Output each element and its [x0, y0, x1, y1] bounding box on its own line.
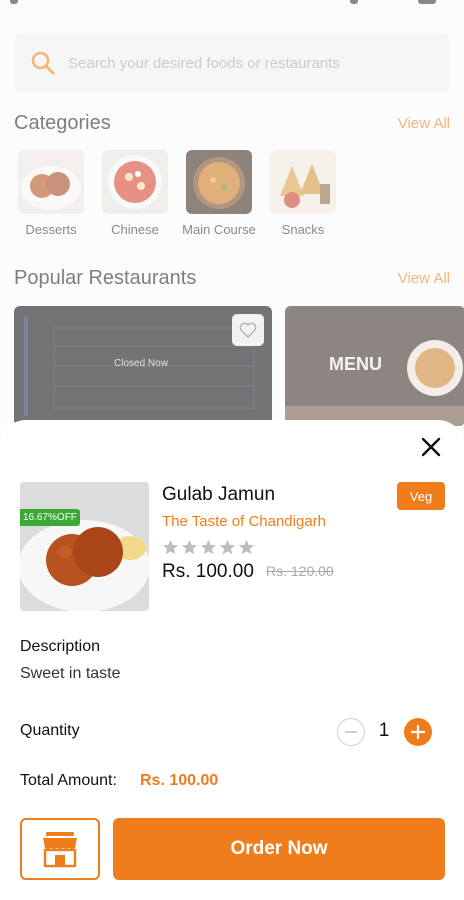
close-icon	[421, 437, 441, 457]
store-button[interactable]	[20, 818, 100, 880]
description-text: Sweet in taste	[20, 665, 121, 682]
total-amount-value: Rs. 100.00	[140, 772, 219, 789]
veg-badge: Veg	[397, 482, 445, 510]
quantity-decrease-button[interactable]	[337, 718, 365, 746]
quantity-increase-button[interactable]	[404, 718, 432, 746]
star-icon	[162, 539, 179, 555]
quantity-value: 1	[378, 720, 390, 741]
star-icon	[219, 539, 236, 555]
product-name: Gulab Jamun	[162, 484, 276, 505]
total-amount-label: Total Amount:	[20, 772, 117, 789]
store-icon	[43, 832, 77, 868]
minus-icon	[345, 731, 357, 733]
plus-icon	[411, 725, 425, 739]
description-heading: Description	[20, 638, 101, 655]
discount-badge: 16.67%OFF	[20, 509, 80, 526]
product-image: 16.67%OFF	[20, 482, 149, 611]
star-icon	[238, 539, 255, 555]
star-icon	[200, 539, 217, 555]
quantity-label: Quantity	[20, 722, 80, 739]
product-bottom-sheet: 16.67%OFF Gulab Jamun The Taste of Chand…	[0, 420, 464, 900]
restaurant-name-link[interactable]: The Taste of Chandigarh	[162, 513, 326, 530]
product-old-price: Rs. 120.00	[266, 563, 334, 579]
rating-stars	[162, 539, 255, 556]
product-price: Rs. 100.00	[162, 561, 254, 582]
order-now-button[interactable]: Order Now	[113, 818, 445, 880]
close-button[interactable]	[418, 434, 444, 460]
star-icon	[181, 539, 198, 555]
